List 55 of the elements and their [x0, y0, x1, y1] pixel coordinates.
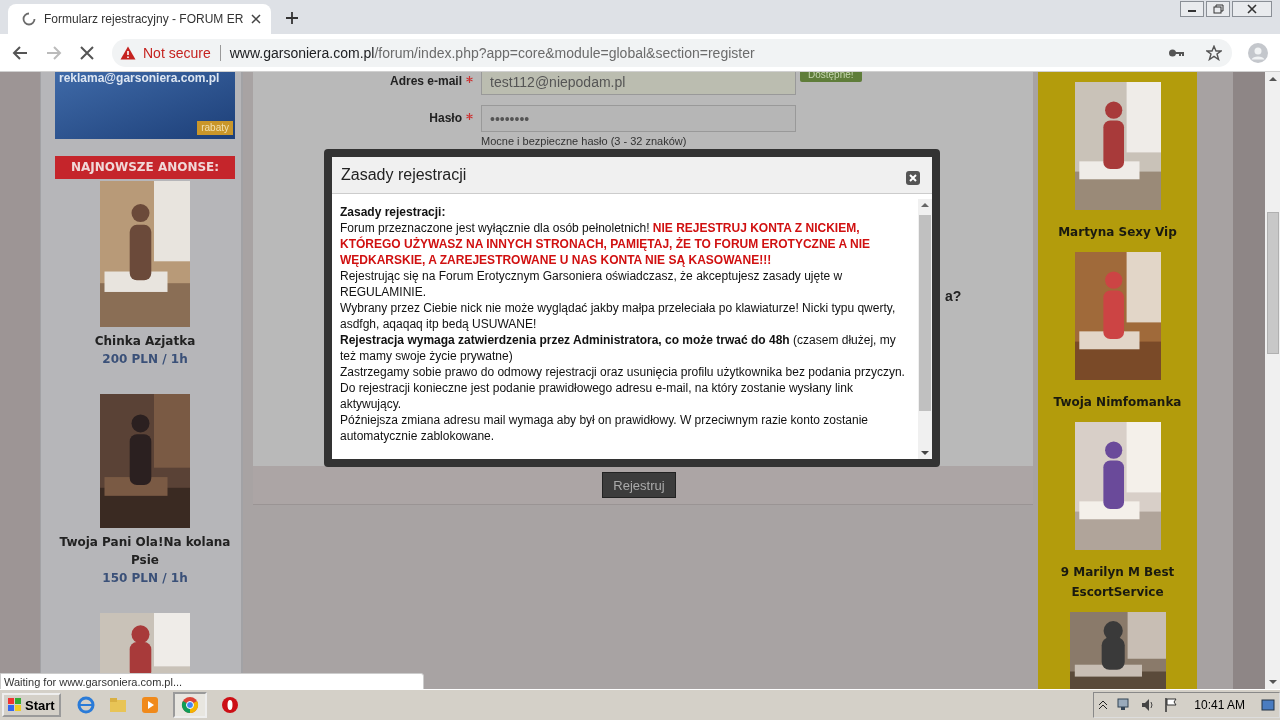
tray-expand-icon[interactable] [1098, 699, 1109, 711]
rules-paragraph: Rejestracja wymaga zatwierdzenia przez Administratora, co może trwać do 48h (czasem dłużej, my też mamy swoje życie prywatne) [340, 332, 897, 364]
new-tab-icon[interactable] [285, 11, 300, 25]
rules-paragraph: Forum przeznaczone jest wyłącznie dla osób pełnoletnich! NIE REJESTRUJ KONTA Z NICKIEM, KTÓREGO UŻYWASZ NA INNYCH STRONACH, PAMIĘTAJ, ŻE TO FORUM EROTYCZNE A NIE WĘDKARSKIE, A ZAREJESTROWANE U NAS KONTA NIE SĄ KASOWANE!!! [340, 220, 871, 268]
restore-icon[interactable] [1206, 1, 1230, 17]
scrollbar[interactable] [1265, 72, 1280, 689]
close-icon[interactable] [251, 14, 262, 24]
opera-icon[interactable] [220, 696, 239, 714]
ad-price: 200 PLN / 1h [102, 351, 188, 368]
input-field[interactable]: •••••••• [481, 105, 796, 132]
form-text: a? [945, 288, 962, 304]
ad-title-link[interactable]: Twoja Pani Ola!Na kolana Psie [55, 533, 235, 569]
minimize-icon[interactable] [1180, 1, 1204, 17]
ad-banner[interactable]: reklama@garsoniera.com.pl rabaty [55, 72, 235, 139]
close-icon[interactable] [1232, 1, 1272, 17]
field-label: Adres e-mail [389, 74, 462, 88]
rules-paragraph: Wybrany przez Ciebie nick nie może wyglądać jakby małpa przeleciała po klawiaturze! Nicki typu qwerty, asdfgh, aqaqaq itp bedą USUWANE! [340, 300, 897, 332]
dialog-title: Zasady rejestracji [341, 166, 467, 184]
rules-heading: Zasady rejestracji: [340, 204, 447, 220]
field-label: Hasło [429, 111, 462, 125]
availability-badge: Dostępne! [800, 72, 862, 82]
chrome-icon [180, 696, 199, 714]
ad-title-link[interactable]: Chinka Azjatka [94, 332, 196, 350]
windows-logo-icon [8, 698, 22, 712]
show-desktop-icon[interactable] [1261, 697, 1275, 713]
rules-paragraph: Do rejestracji konieczne jest podanie prawidłowego adresu e-mail, na który zostanie wysłany link aktywujący. [340, 380, 854, 412]
field-hint: Mocne i bezpieczne hasło (3 - 32 znaków) [481, 135, 688, 147]
status-bubble: Waiting for www.garsoniera.com.pl... [0, 673, 424, 689]
forward-icon [46, 44, 62, 61]
scroll-thumb[interactable] [919, 215, 931, 411]
close-icon[interactable] [906, 171, 920, 185]
register-button[interactable]: Rejestruj [602, 472, 676, 498]
scrollbar[interactable] [918, 199, 932, 459]
browser-icon[interactable] [76, 696, 95, 714]
address-bar[interactable]: Not secure www.garsoniera.com.pl/forum/index.php?app=core&module=global&section=register [112, 38, 1232, 67]
taskbar-app[interactable] [172, 692, 207, 718]
clock: 10:41 AM [1194, 698, 1245, 712]
star-icon[interactable] [1206, 44, 1222, 61]
ad-title-link[interactable]: Martyna Sexy Vip [1042, 222, 1193, 242]
browser-tab[interactable]: Formularz rejestracyjny - FORUM ER [8, 4, 272, 34]
warning-icon [120, 45, 136, 60]
rules-paragraph: Zastrzegamy sobie prawo do odmowy rejestracji oraz usunięcia profilu użytkownika bez podania przyczyn. [340, 364, 906, 380]
back-icon[interactable] [12, 44, 28, 61]
scroll-thumb[interactable] [1267, 212, 1279, 354]
stop-icon[interactable] [80, 45, 94, 60]
ad-title-link[interactable]: 9 Marilyn M Best EscortService [1042, 562, 1193, 602]
flag-icon[interactable] [1164, 697, 1179, 713]
start-button[interactable]: Start [2, 693, 61, 717]
input-field[interactable]: test112@niepodam.pl [481, 72, 796, 95]
rules-paragraph: Późniejsza zmiana adresu mail wymaga aby był on prawidłowy. W przeciwnym razie konto zostanie automatycznie zablokowane. [340, 412, 869, 444]
rules-paragraph: Rejestrując się na Forum Erotycznym Garsoniera oświadczasz, że akceptujesz zasady ujęte w REGULAMINIE. [340, 268, 844, 300]
section-heading: NAJNOWSZE ANONSE: [55, 156, 235, 179]
ad-title-link[interactable]: Twoja Nimfomanka [1042, 392, 1193, 412]
ad-price: 150 PLN / 1h [102, 570, 188, 587]
key-icon[interactable] [1168, 47, 1184, 58]
